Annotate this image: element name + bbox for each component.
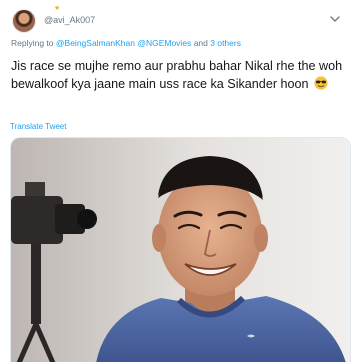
replying-to: Replying to @BeingSalmanKhan @NGEMovies …	[11, 38, 241, 49]
reply-user-link[interactable]: @BeingSalmanKhan	[56, 38, 135, 48]
reply-user-link[interactable]: @NGEMovies	[137, 38, 191, 48]
chevron-down-icon[interactable]	[328, 13, 342, 25]
photo-illustration	[11, 138, 350, 362]
tweet-header: ★ @avi_Ak007	[8, 5, 348, 35]
translate-tweet-link[interactable]: Translate Tweet	[10, 122, 66, 132]
avatar[interactable]	[12, 9, 36, 33]
tweet-media-photo[interactable]	[10, 137, 351, 362]
reply-prefix: Replying to	[11, 38, 54, 48]
reply-and: and	[193, 38, 208, 48]
reply-others-link[interactable]: 3 others	[210, 38, 241, 48]
user-handle[interactable]: @avi_Ak007	[44, 15, 95, 26]
star-icon: ★	[54, 5, 61, 12]
tweet-body: Jis race se mujhe remo aur prabhu bahar …	[11, 59, 343, 91]
tweet-text: Jis race se mujhe remo aur prabhu bahar …	[11, 57, 353, 93]
sunglasses-emoji-icon	[314, 76, 328, 90]
